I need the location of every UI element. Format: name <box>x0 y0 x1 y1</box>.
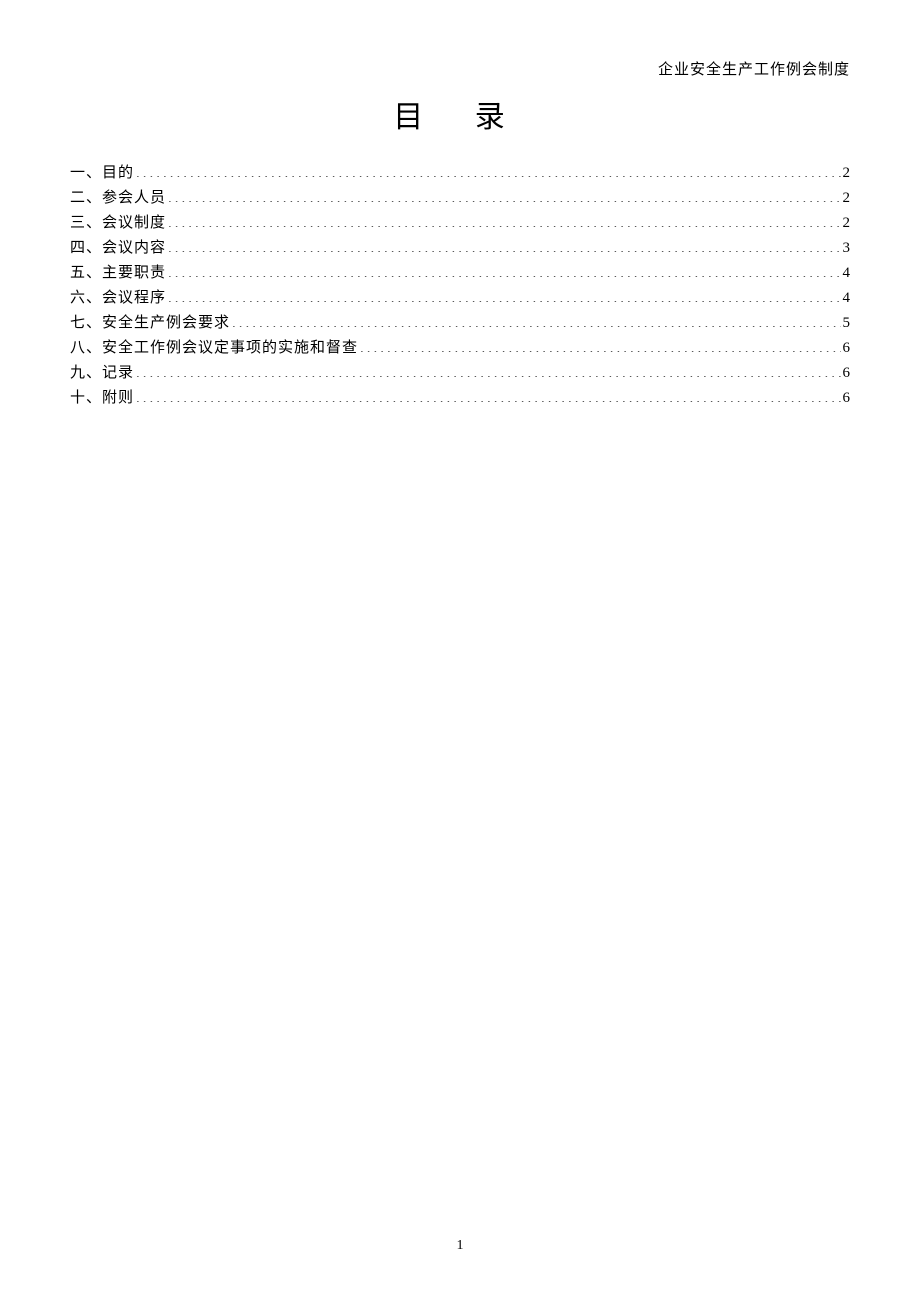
toc-entry-page: 2 <box>843 161 851 186</box>
document-header-note: 企业安全生产工作例会制度 <box>658 58 850 79</box>
toc-leader-dots <box>136 362 840 377</box>
toc-entry-page: 6 <box>843 336 851 361</box>
toc-entry-page: 6 <box>843 386 851 411</box>
toc-entry-page: 5 <box>843 311 851 336</box>
toc-entry: 六、会议程序 4 <box>70 286 850 311</box>
page-number: 1 <box>0 1238 920 1254</box>
toc-entry: 三、会议制度 2 <box>70 211 850 236</box>
toc-entry-page: 4 <box>843 286 851 311</box>
toc-leader-dots <box>232 312 840 327</box>
toc-title: 目 录 <box>0 92 920 136</box>
toc-entry-page: 4 <box>843 261 851 286</box>
toc-entry: 五、主要职责 4 <box>70 261 850 286</box>
toc-entry-label: 九、记录 <box>70 361 134 386</box>
toc-entry-label: 五、主要职责 <box>70 261 166 286</box>
toc-entry-label: 一、目的 <box>70 161 134 186</box>
toc-entry-label: 六、会议程序 <box>70 286 166 311</box>
toc-entry-page: 3 <box>843 236 851 261</box>
toc-entry-label: 四、会议内容 <box>70 236 166 261</box>
toc-entry: 七、安全生产例会要求 5 <box>70 311 850 336</box>
toc-leader-dots <box>136 387 840 402</box>
toc-entry-page: 2 <box>843 211 851 236</box>
toc-leader-dots <box>168 262 840 277</box>
toc-entry-label: 三、会议制度 <box>70 211 166 236</box>
toc-entry: 二、参会人员 2 <box>70 186 850 211</box>
toc-entry: 九、记录 6 <box>70 361 850 386</box>
toc-entry-page: 6 <box>843 361 851 386</box>
toc-leader-dots <box>168 187 840 202</box>
toc-leader-dots <box>136 162 840 177</box>
toc-entry-label: 十、附则 <box>70 386 134 411</box>
toc-entry-label: 二、参会人员 <box>70 186 166 211</box>
table-of-contents: 一、目的 2 二、参会人员 2 三、会议制度 2 四、会议内容 3 五、主要职责… <box>70 161 850 411</box>
toc-entry: 四、会议内容 3 <box>70 236 850 261</box>
toc-entry-label: 七、安全生产例会要求 <box>70 311 230 336</box>
toc-entry: 十、附则 6 <box>70 386 850 411</box>
toc-entry-label: 八、安全工作例会议定事项的实施和督查 <box>70 336 358 361</box>
toc-leader-dots <box>168 287 840 302</box>
toc-leader-dots <box>168 237 840 252</box>
toc-leader-dots <box>168 212 840 227</box>
toc-leader-dots <box>360 337 840 352</box>
toc-entry: 八、安全工作例会议定事项的实施和督查 6 <box>70 336 850 361</box>
toc-entry-page: 2 <box>843 186 851 211</box>
toc-entry: 一、目的 2 <box>70 161 850 186</box>
